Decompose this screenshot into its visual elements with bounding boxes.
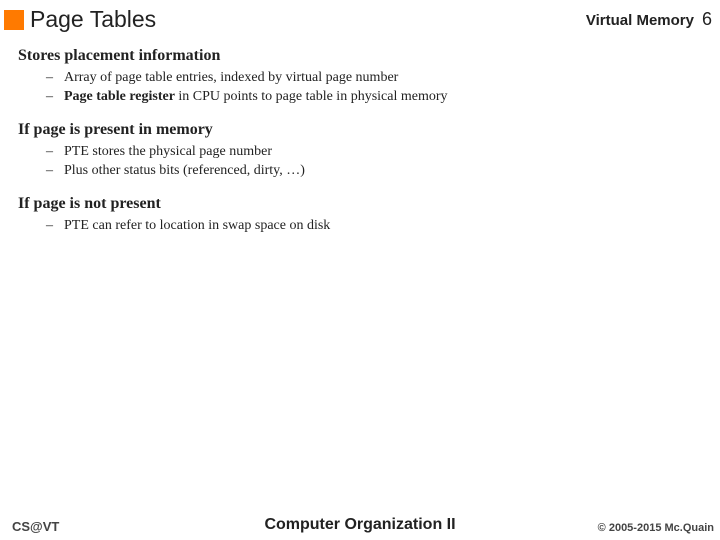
bullet-list: PTE can refer to location in swap space … — [18, 217, 702, 236]
bullet-list: Array of page table entries, indexed by … — [18, 69, 702, 107]
bullet-list: PTE stores the physical page number Plus… — [18, 143, 702, 181]
page-number: 6 — [702, 9, 712, 30]
item-text: in CPU points to page table in physical … — [175, 89, 448, 104]
item-bold: Page table register — [64, 89, 175, 104]
footer-right: © 2005-2015 Mc.Quain — [598, 522, 714, 534]
section-head: Stores placement information — [18, 47, 702, 65]
footer-center: Computer Organization II — [264, 516, 455, 534]
slide-content: Stores placement information Array of pa… — [0, 37, 720, 235]
item-text: PTE stores the physical page number — [64, 144, 272, 159]
slide-footer: CS@VT Computer Organization II © 2005-20… — [0, 519, 720, 534]
footer-left: CS@VT — [12, 519, 59, 534]
section-head: If page is present in memory — [18, 121, 702, 139]
list-item: PTE can refer to location in swap space … — [64, 217, 702, 236]
title-group: Page Tables — [4, 6, 156, 33]
list-item: Array of page table entries, indexed by … — [64, 69, 702, 88]
topic-label: Virtual Memory — [586, 12, 694, 29]
list-item: Page table register in CPU points to pag… — [64, 88, 702, 107]
list-item: PTE stores the physical page number — [64, 143, 702, 162]
section-head: If page is not present — [18, 195, 702, 213]
slide-title: Page Tables — [30, 6, 156, 33]
slide-header: Page Tables Virtual Memory 6 — [0, 0, 720, 37]
item-text: Array of page table entries, indexed by … — [64, 70, 398, 85]
item-text: PTE can refer to location in swap space … — [64, 218, 330, 233]
list-item: Plus other status bits (referenced, dirt… — [64, 162, 702, 181]
item-text: Plus other status bits (referenced, dirt… — [64, 163, 305, 178]
accent-box-icon — [4, 10, 24, 30]
header-right: Virtual Memory 6 — [586, 9, 712, 30]
